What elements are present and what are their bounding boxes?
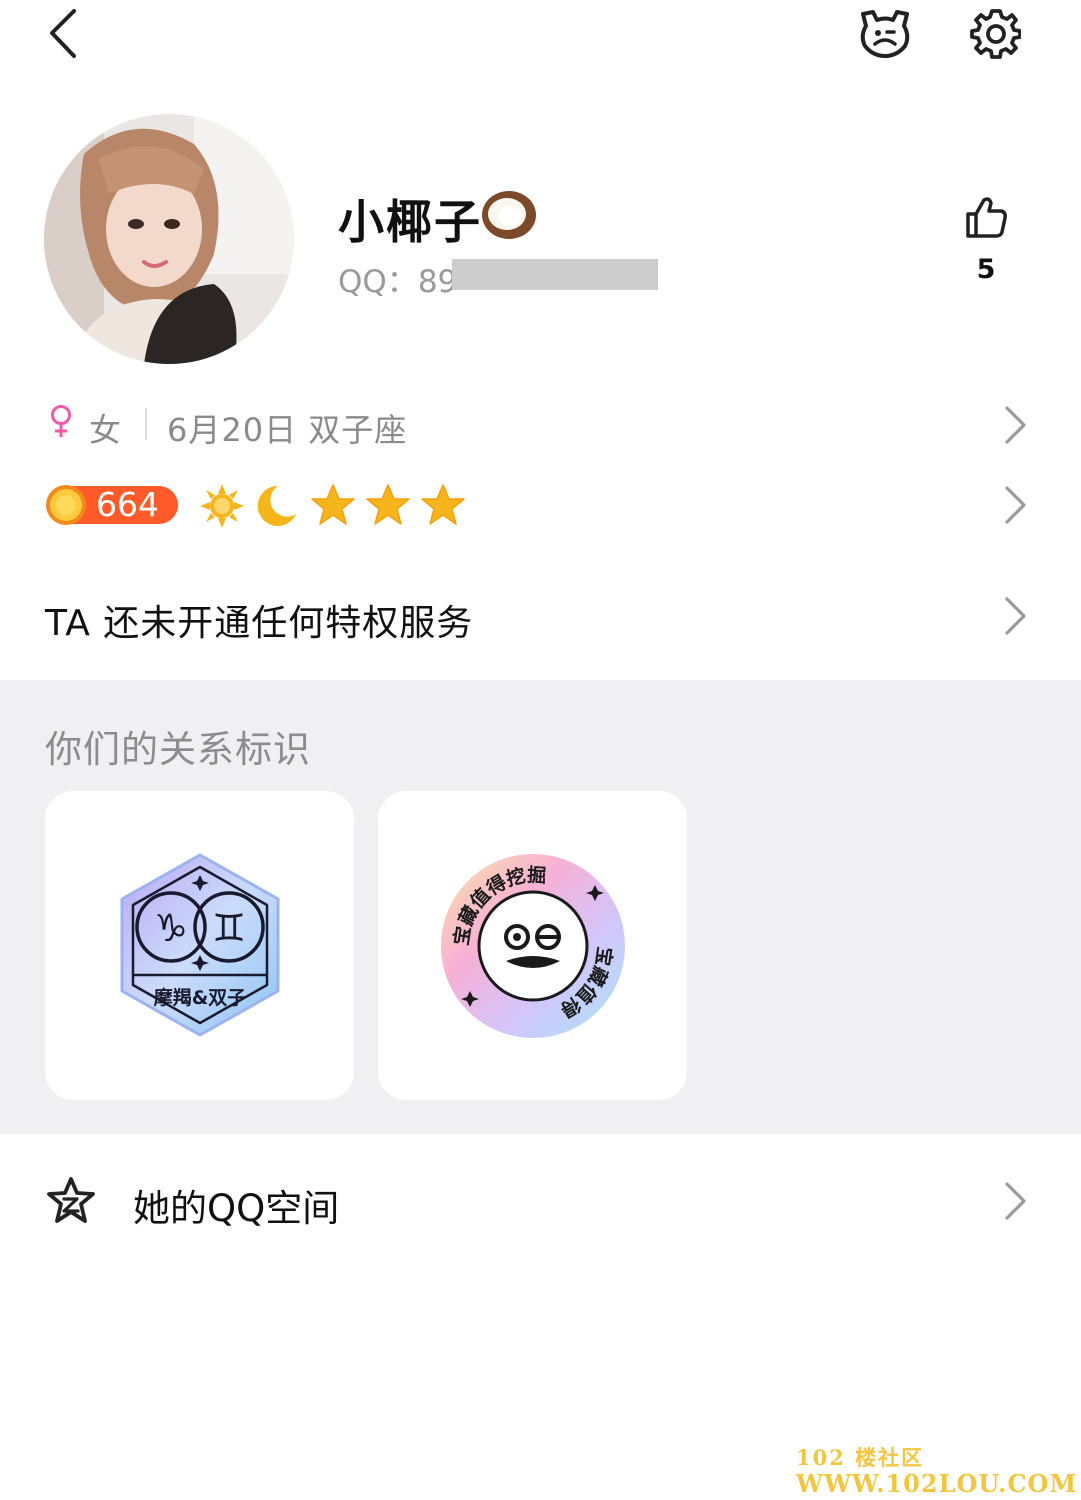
watermark: 102 楼社区 WWW.102LOU.COM [796,1445,1078,1498]
sun-icon [200,484,244,528]
qq-redaction-mask [452,259,658,290]
profile-name: 小椰子 [338,195,482,249]
like-count: 5 [976,254,996,285]
moon-icon [257,485,296,526]
qzone-star-icon [47,1177,95,1223]
info-row[interactable] [0,395,1081,455]
gear-icon[interactable] [969,7,1021,59]
birthday-label: 6月20日 双子座 [167,411,408,449]
info-divider [145,408,147,440]
avatar[interactable] [44,114,294,364]
star-icon [366,484,410,525]
bear-face-icon[interactable] [857,6,913,60]
avatar-photo [44,114,294,364]
zodiac-badge-label: 摩羯&双子 [153,987,247,1009]
thumbs-up-icon[interactable] [963,194,1009,240]
relationship-title: 你们的关系标识 [45,728,311,771]
watermark-line1: 102 楼社区 [796,1445,925,1470]
svg-text:♑: ♑ [154,906,188,950]
chevron-right-icon[interactable] [998,593,1032,639]
chevron-right-icon[interactable] [998,482,1032,528]
zodiac-badge-icon: ♑ ♊ [120,853,280,1037]
chevron-right-icon[interactable] [998,1178,1032,1224]
watermark-line2: WWW.102LOU.COM [796,1469,1078,1498]
svg-text:♊: ♊ [212,906,246,950]
female-icon [51,405,71,437]
qq-number: QQ：89 [338,264,458,300]
relationship-card-treasure[interactable]: 宝藏值得挖掘 宝藏值得挖掘 [378,791,687,1100]
coconut-icon [482,191,536,239]
relationship-card-zodiac[interactable]: ♑ ♊ 摩羯&双子 [45,791,354,1100]
qzone-link[interactable]: 她的QQ空间 [133,1178,339,1232]
top-bar [0,0,1081,80]
gender-label: 女 [89,411,122,449]
treasure-badge-icon: 宝藏值得挖掘 宝藏值得挖掘 [438,851,625,1038]
chevron-right-icon[interactable] [998,402,1032,448]
back-arrow-icon[interactable] [44,6,84,62]
star-icon [311,484,355,525]
level-value: 664 [96,485,159,524]
star-icon [421,484,465,525]
privilege-status[interactable]: TA 还未开通任何特权服务 [45,594,473,646]
